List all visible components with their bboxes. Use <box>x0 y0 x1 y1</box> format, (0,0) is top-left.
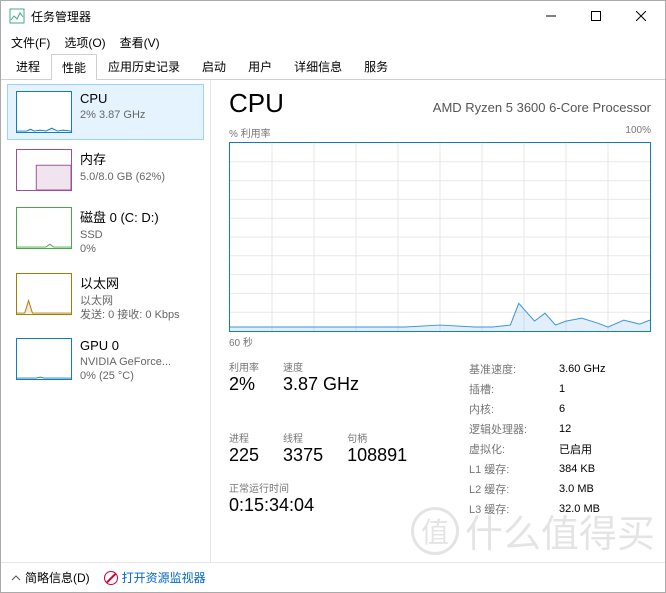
sidebar-eth-sub1: 以太网 <box>80 294 180 308</box>
tab-services[interactable]: 服务 <box>353 53 399 79</box>
close-button[interactable] <box>618 1 663 31</box>
cpu-model: AMD Ryzen 5 3600 6-Core Processor <box>433 100 651 115</box>
tab-performance[interactable]: 性能 <box>51 54 97 80</box>
sidebar-memory-sub: 5.0/8.0 GB (62%) <box>80 170 165 184</box>
tab-startup[interactable]: 启动 <box>191 53 237 79</box>
sidebar: CPU 2% 3.87 GHz 内存 5.0/8.0 GB (62%) 磁盘 0 (… <box>1 80 211 562</box>
ethernet-thumb <box>16 273 72 315</box>
main-panel: CPU AMD Ryzen 5 3600 6-Core Processor % … <box>211 80 665 562</box>
cores-label: 内核: <box>469 399 559 419</box>
sidebar-item-ethernet[interactable]: 以太网以太网发送: 0 接收: 0 Kbps <box>7 266 204 330</box>
virt-value: 已启用 <box>559 439 605 459</box>
sockets-value: 1 <box>559 379 605 399</box>
handle-label: 句柄 <box>347 430 407 445</box>
tab-app-history[interactable]: 应用历史记录 <box>97 53 191 79</box>
cores-value: 6 <box>559 399 605 419</box>
graph-xlabel: 60 秒 <box>229 334 651 349</box>
utilization-graph[interactable] <box>229 142 651 332</box>
sidebar-item-disk[interactable]: 磁盘 0 (C: D:) SSD0% <box>7 200 204 264</box>
chevron-up-icon <box>11 573 21 583</box>
sidebar-gpu-sub1: NVIDIA GeForce... <box>80 355 171 369</box>
uptime-label: 正常运行时间 <box>229 480 449 495</box>
graph-ylabel: % 利用率 <box>229 125 271 140</box>
menu-options[interactable]: 选项(O) <box>58 32 111 53</box>
proc-value: 225 <box>229 445 259 466</box>
memory-thumb <box>16 149 72 191</box>
footer: 简略信息(D) 打开资源监视器 <box>1 562 665 592</box>
sidebar-cpu-name: CPU <box>80 91 145 106</box>
window-title: 任务管理器 <box>31 8 528 25</box>
thread-value: 3375 <box>283 445 323 466</box>
speed-label: 速度 <box>283 359 359 374</box>
virt-label: 虚拟化: <box>469 439 559 459</box>
base-speed-label: 基准速度: <box>469 359 559 379</box>
titlebar: 任务管理器 <box>1 1 665 31</box>
fewer-details-button[interactable]: 简略信息(D) <box>11 569 90 586</box>
sidebar-gpu-sub2: 0% (25 °C) <box>80 369 171 383</box>
util-value: 2% <box>229 374 259 395</box>
menu-view[interactable]: 查看(V) <box>114 32 166 53</box>
sidebar-item-gpu[interactable]: GPU 0 NVIDIA GeForce...0% (25 °C) <box>7 331 204 391</box>
lproc-label: 逻辑处理器: <box>469 419 559 439</box>
l2-value: 3.0 MB <box>559 479 605 499</box>
l2-label: L2 缓存: <box>469 479 559 499</box>
l1-label: L1 缓存: <box>469 459 559 479</box>
sidebar-eth-sub2: 发送: 0 接收: 0 Kbps <box>80 308 180 322</box>
util-label: 利用率 <box>229 359 259 374</box>
cpu-thumb <box>16 91 72 133</box>
minimize-button[interactable] <box>528 1 573 31</box>
sidebar-cpu-sub: 2% 3.87 GHz <box>80 108 145 122</box>
proc-label: 进程 <box>229 430 259 445</box>
sidebar-item-memory[interactable]: 内存 5.0/8.0 GB (62%) <box>7 142 204 198</box>
tab-details[interactable]: 详细信息 <box>283 53 353 79</box>
maximize-button[interactable] <box>573 1 618 31</box>
menubar: 文件(F) 选项(O) 查看(V) <box>1 31 665 53</box>
sidebar-disk-sub2: 0% <box>80 242 159 256</box>
tab-processes[interactable]: 进程 <box>5 53 51 79</box>
uptime-value: 0:15:34:04 <box>229 495 449 516</box>
sidebar-eth-name: 以太网 <box>80 273 180 292</box>
sidebar-memory-name: 内存 <box>80 149 165 168</box>
app-icon <box>9 8 25 24</box>
page-title: CPU <box>229 88 284 119</box>
tab-users[interactable]: 用户 <box>237 53 283 79</box>
lproc-value: 12 <box>559 419 605 439</box>
speed-value: 3.87 GHz <box>283 374 359 395</box>
handle-value: 108891 <box>347 445 407 466</box>
thread-label: 线程 <box>283 430 323 445</box>
l3-label: L3 缓存: <box>469 499 559 519</box>
tab-bar: 进程 性能 应用历史记录 启动 用户 详细信息 服务 <box>1 53 665 80</box>
sidebar-gpu-name: GPU 0 <box>80 338 171 353</box>
sidebar-item-cpu[interactable]: CPU 2% 3.87 GHz <box>7 84 204 140</box>
graph-ymax: 100% <box>625 125 651 140</box>
base-speed-value: 3.60 GHz <box>559 359 605 379</box>
sidebar-disk-name: 磁盘 0 (C: D:) <box>80 207 159 226</box>
disk-thumb <box>16 207 72 249</box>
l1-value: 384 KB <box>559 459 605 479</box>
prohibit-icon <box>104 571 118 585</box>
gpu-thumb <box>16 338 72 380</box>
sidebar-disk-sub1: SSD <box>80 228 159 242</box>
open-resource-monitor-link[interactable]: 打开资源监视器 <box>104 569 206 586</box>
l3-value: 32.0 MB <box>559 499 605 519</box>
menu-file[interactable]: 文件(F) <box>5 32 56 53</box>
sockets-label: 插槽: <box>469 379 559 399</box>
